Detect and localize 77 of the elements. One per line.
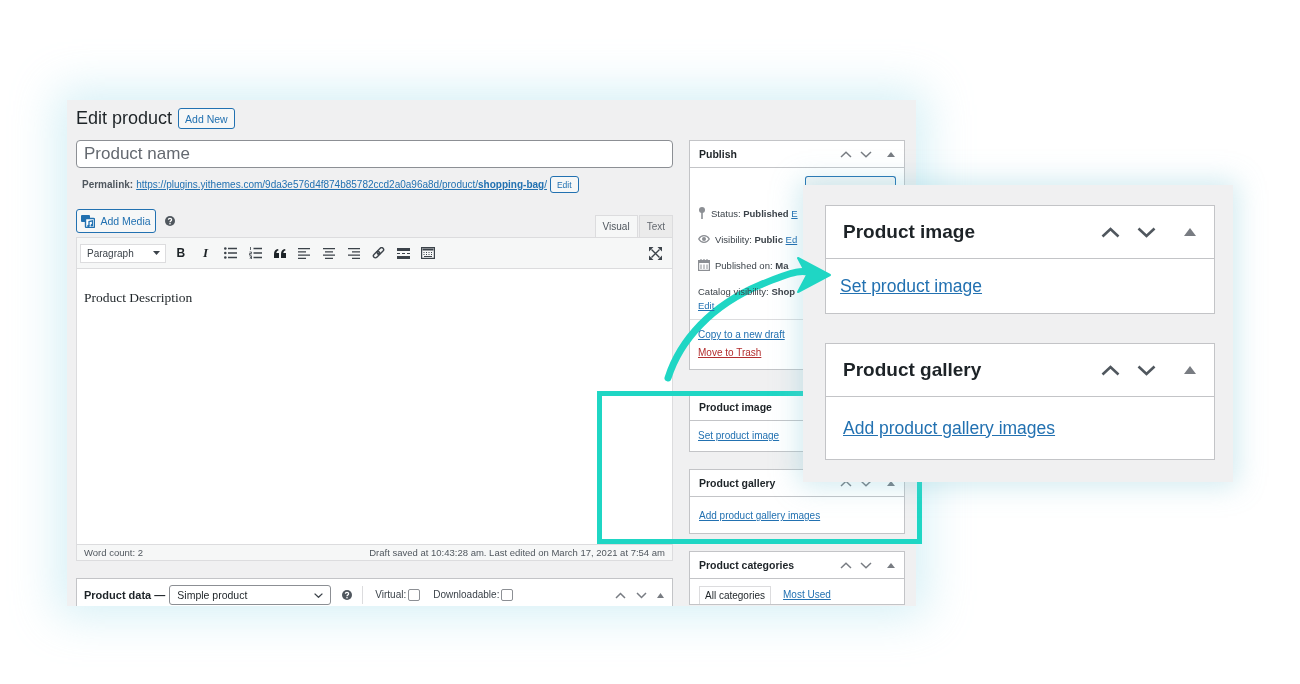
chevron-down-icon[interactable] xyxy=(636,591,647,599)
quote-icon[interactable] xyxy=(273,248,286,258)
set-image-link[interactable]: Set product image xyxy=(698,430,780,441)
chevron-up-icon[interactable] xyxy=(840,150,852,158)
page-title: Edit product xyxy=(76,108,173,129)
trash-link[interactable]: Move to Trash xyxy=(698,344,762,362)
title-field[interactable]: Product name xyxy=(76,140,673,168)
box-title: Product gallery xyxy=(699,477,776,489)
set-image-link[interactable]: Set product image xyxy=(840,275,983,297)
edit-permalink-button[interactable]: Edit xyxy=(549,176,579,193)
numbered-list-icon[interactable] xyxy=(248,247,262,259)
publish-info-text: Published on: Ma xyxy=(715,259,789,271)
checkbox[interactable] xyxy=(501,589,514,601)
triangle-icon[interactable] xyxy=(1184,366,1196,374)
chevron-up-icon[interactable] xyxy=(840,561,852,569)
format-select[interactable]: Paragraph xyxy=(80,243,166,263)
eye-icon xyxy=(698,235,710,243)
chevron-up-icon[interactable] xyxy=(1101,364,1120,376)
chevron-up-icon[interactable] xyxy=(615,591,626,599)
option-label: Downloadable: xyxy=(433,588,500,602)
chevron-up-icon[interactable] xyxy=(840,479,852,487)
dashed-line-icon[interactable] xyxy=(396,247,410,259)
permalink-link[interactable]: https://plugins.yithemes.com/9da3e576d4f874b85782ccd2a0a96a8d/product/shopping-bag/ xyxy=(136,179,547,190)
triangle-icon[interactable] xyxy=(657,592,664,598)
keyboard-icon[interactable] xyxy=(420,247,435,259)
triangle-icon[interactable] xyxy=(887,562,895,568)
pin-icon xyxy=(698,207,706,219)
edit-link[interactable]: Ed xyxy=(785,233,798,245)
editor-tab[interactable]: Visual xyxy=(594,215,638,237)
chevron-down-icon[interactable] xyxy=(1137,226,1156,238)
align-left-icon[interactable] xyxy=(298,247,311,259)
add-gallery-images-link[interactable]: Add product gallery images xyxy=(699,510,821,521)
help-icon[interactable] xyxy=(165,216,175,226)
permalink-label: Permalink: xyxy=(82,179,134,190)
editor-tab[interactable]: Text xyxy=(638,215,673,237)
publish-info-text: Status: Published E xyxy=(711,207,798,219)
triangle-icon[interactable] xyxy=(887,151,895,157)
content-editor[interactable]: Product Description xyxy=(77,269,672,544)
chevron-down-icon[interactable] xyxy=(860,561,872,569)
edit-link[interactable]: Edit xyxy=(698,299,715,313)
chevron-down-icon[interactable] xyxy=(1137,364,1156,376)
product-data-title: Product data — xyxy=(84,588,166,603)
edit-link[interactable]: E xyxy=(791,207,798,219)
box-title: Product image xyxy=(699,401,772,413)
box-title: Publish xyxy=(699,148,737,160)
add-new-button[interactable]: Add New xyxy=(178,108,235,129)
word-count: Word count: 2 xyxy=(84,547,143,558)
fullscreen-icon[interactable] xyxy=(649,246,663,260)
box-title: Product gallery xyxy=(843,359,982,381)
align-center-icon[interactable] xyxy=(323,247,336,259)
chevron-up-icon[interactable] xyxy=(1101,226,1120,238)
checkbox[interactable] xyxy=(408,589,421,601)
category-tab[interactable]: All categories xyxy=(699,586,772,604)
align-right-icon[interactable] xyxy=(347,247,360,259)
option-label: Virtual: xyxy=(375,588,407,602)
copy-draft-link[interactable]: Copy to a new draft xyxy=(698,326,785,344)
category-tab[interactable]: Most Used xyxy=(778,586,836,604)
save-status: Draft saved at 10:43:28 am. Last edited on March 17, 2021 at 7:54 am xyxy=(369,547,665,558)
add-gallery-images-link[interactable]: Add product gallery images xyxy=(843,417,1056,439)
add-media-button[interactable]: Add Media xyxy=(76,209,156,233)
bold-button[interactable]: B xyxy=(176,246,186,260)
bullet-list-icon[interactable] xyxy=(223,247,237,259)
box-title: Product image xyxy=(843,221,975,243)
media-icon xyxy=(81,214,96,228)
publish-button[interactable] xyxy=(805,176,896,185)
chevron-down-icon[interactable] xyxy=(860,150,872,158)
italic-button[interactable]: I xyxy=(203,246,209,260)
triangle-icon[interactable] xyxy=(887,480,895,486)
publish-info-text: Visibility: Public Ed xyxy=(715,233,798,245)
help-icon[interactable] xyxy=(342,590,353,600)
chevron-down-icon xyxy=(314,592,324,598)
triangle-icon[interactable] xyxy=(1184,228,1196,236)
caret-icon xyxy=(153,251,160,255)
box-title: Product categories xyxy=(699,559,795,571)
link-icon[interactable] xyxy=(371,246,385,260)
product-type-select[interactable]: Simple product xyxy=(169,585,332,605)
calendar-icon xyxy=(698,259,710,271)
